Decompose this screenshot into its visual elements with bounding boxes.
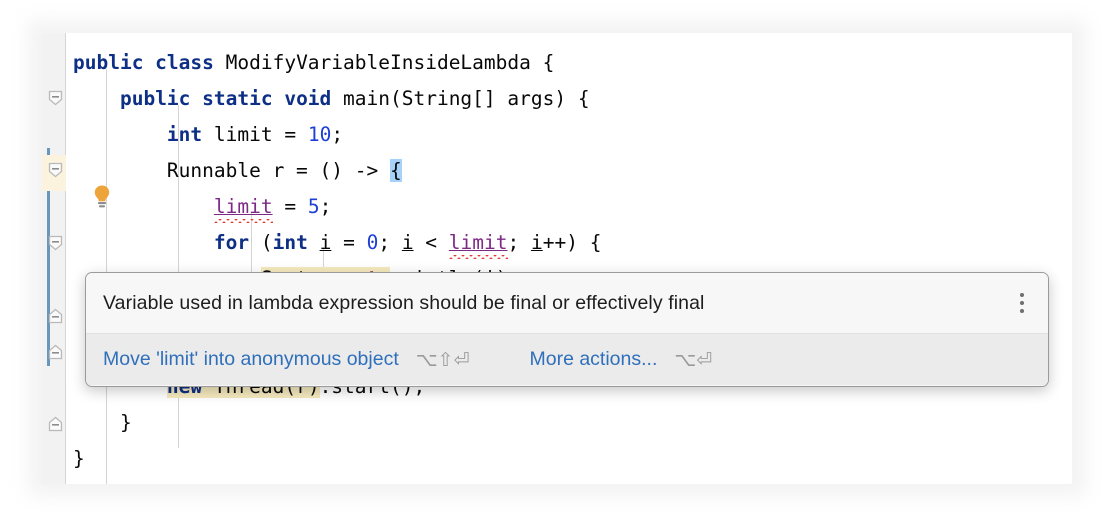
code-line[interactable]: for (int i = 0; i < limit; i++) { (66, 225, 1072, 261)
inspection-tooltip[interactable]: Variable used in lambda expression shoul… (85, 272, 1049, 387)
tooltip-actions-row: Move 'limit' into anonymous object ⌥⇧⏎ M… (86, 334, 1048, 385)
code-line[interactable]: public static void main(String[] args) { (66, 81, 1072, 117)
fold-open-icon[interactable] (48, 162, 63, 178)
code-line[interactable]: limit = 5; (66, 189, 1072, 225)
code-line[interactable]: public class ModifyVariableInsideLambda … (66, 45, 1072, 81)
code-editor[interactable]: public class ModifyVariableInsideLambda … (42, 33, 1072, 484)
code-line[interactable]: } (66, 405, 1072, 441)
fold-close-icon[interactable] (48, 416, 63, 432)
tooltip-message-row: Variable used in lambda expression shoul… (86, 273, 1048, 333)
action-label: Move 'limit' into anonymous object (103, 348, 399, 370)
code-line[interactable]: } (66, 441, 1072, 477)
fold-close-icon[interactable] (48, 344, 63, 360)
fold-close-icon[interactable] (48, 308, 63, 324)
error-identifier[interactable]: limit (448, 225, 508, 261)
action-label: More actions... (529, 348, 658, 370)
code-line[interactable]: int limit = 10; (66, 117, 1072, 153)
selected-brace[interactable]: { (389, 159, 402, 182)
code-line-caret[interactable]: Runnable r = () -> { (66, 153, 1072, 189)
error-identifier[interactable]: limit (213, 189, 273, 225)
fold-open-icon[interactable] (48, 90, 63, 106)
more-options-icon[interactable] (1013, 292, 1031, 314)
quick-fix-action-move-variable[interactable]: Move 'limit' into anonymous object ⌥⇧⏎ (103, 348, 469, 371)
page-backdrop: public class ModifyVariableInsideLambda … (0, 0, 1112, 524)
more-actions-button[interactable]: More actions... ⌥⏎ (529, 348, 712, 371)
fold-open-icon[interactable] (48, 235, 63, 251)
code-surface[interactable]: public class ModifyVariableInsideLambda … (66, 33, 1072, 484)
lightbulb-icon[interactable] (89, 183, 115, 209)
tooltip-message: Variable used in lambda expression shoul… (103, 291, 705, 314)
action-shortcut: ⌥⇧⏎ (415, 348, 470, 371)
action-shortcut: ⌥⏎ (674, 348, 713, 371)
